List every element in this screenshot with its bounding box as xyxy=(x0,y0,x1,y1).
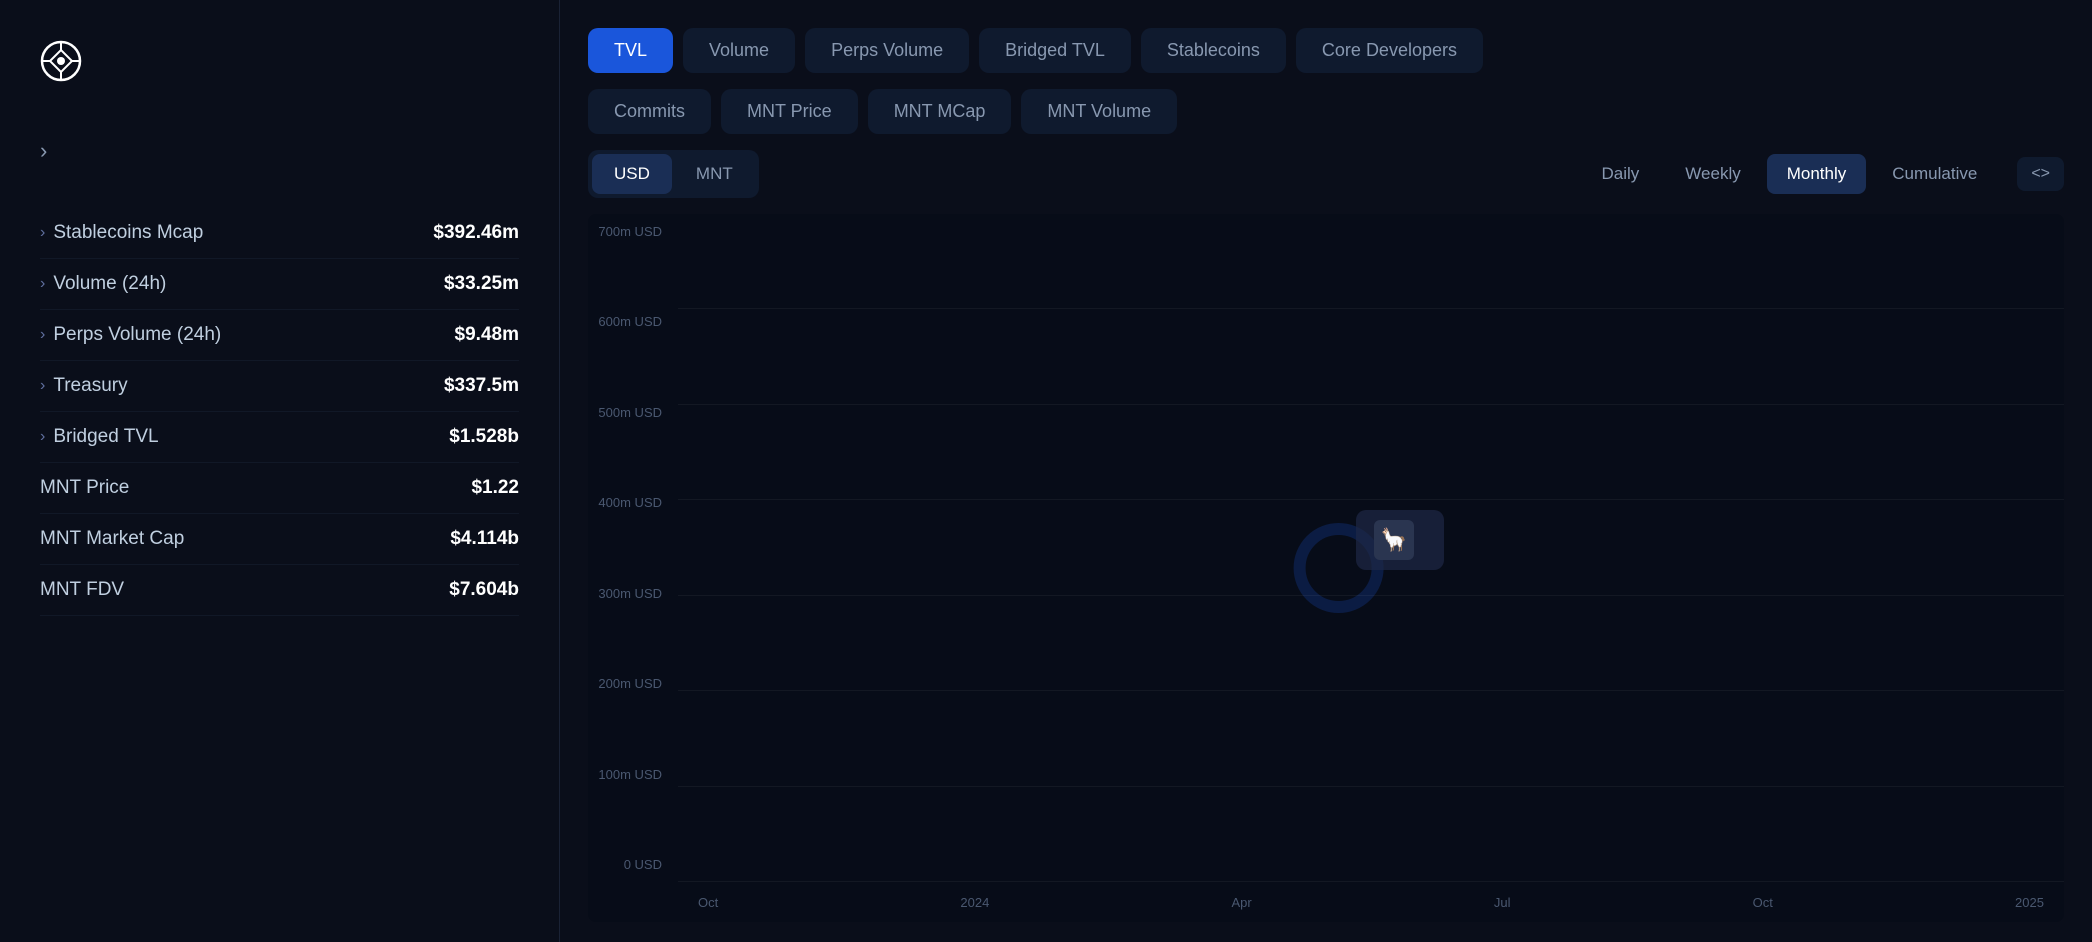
currency-mnt-button[interactable]: MNT xyxy=(674,154,755,194)
tab-commits[interactable]: Commits xyxy=(588,89,711,134)
tabs-row-2: CommitsMNT PriceMNT MCapMNT Volume xyxy=(588,89,2064,134)
y-axis-label: 100m USD xyxy=(596,767,670,782)
time-buttons: DailyWeeklyMonthlyCumulative xyxy=(1582,154,1998,194)
x-axis-label: Jul xyxy=(1494,895,1511,910)
metric-value: $33.25m xyxy=(444,273,519,295)
metric-value: $9.48m xyxy=(455,324,519,346)
time-cumulative-button[interactable]: Cumulative xyxy=(1872,154,1997,194)
x-axis: Oct 2024 Apr Jul Oct 2025 xyxy=(678,882,2064,922)
left-panel: › › Stablecoins Mcap $392.46m › Volume (… xyxy=(0,0,560,942)
metric-label: › Volume (24h) xyxy=(40,273,166,295)
metric-chevron-icon: › xyxy=(40,224,45,242)
metric-row[interactable]: › Stablecoins Mcap $392.46m xyxy=(40,208,519,259)
metric-value: $1.22 xyxy=(471,477,519,499)
time-weekly-button[interactable]: Weekly xyxy=(1665,154,1760,194)
chart-svg xyxy=(678,214,2064,907)
x-axis-label: Oct xyxy=(698,895,718,910)
metric-chevron-icon: › xyxy=(40,326,45,344)
metric-label: › Treasury xyxy=(40,375,128,397)
y-axis-label: 300m USD xyxy=(596,586,670,601)
embed-button[interactable]: <> xyxy=(2017,157,2064,191)
tab-volume[interactable]: Volume xyxy=(683,28,795,73)
metric-value: $392.46m xyxy=(433,222,519,244)
metric-value: $337.5m xyxy=(444,375,519,397)
tab-mnt-price[interactable]: MNT Price xyxy=(721,89,858,134)
metric-label: MNT FDV xyxy=(40,579,124,601)
metric-row: MNT Market Cap $4.114b xyxy=(40,514,519,565)
metric-label: › Stablecoins Mcap xyxy=(40,222,203,244)
tab-tvl[interactable]: TVL xyxy=(588,28,673,73)
metric-row[interactable]: › Treasury $337.5m xyxy=(40,361,519,412)
metric-label: MNT Market Cap xyxy=(40,528,184,550)
y-axis-label: 200m USD xyxy=(596,676,670,691)
tab-mnt-mcap[interactable]: MNT MCap xyxy=(868,89,1012,134)
x-axis-label: 2025 xyxy=(2015,895,2044,910)
y-axis-label: 700m USD xyxy=(596,224,670,239)
logo-row xyxy=(40,40,519,82)
mantle-logo-icon xyxy=(40,40,82,82)
y-axis: 0 USD 100m USD 200m USD 300m USD 400m USD 500… xyxy=(588,214,678,882)
tvl-value-row: › xyxy=(40,138,519,164)
controls-row: USDMNT DailyWeeklyMonthlyCumulative <> xyxy=(588,150,2064,198)
metric-label: › Bridged TVL xyxy=(40,426,159,448)
metric-chevron-icon: › xyxy=(40,275,45,293)
metric-row[interactable]: › Volume (24h) $33.25m xyxy=(40,259,519,310)
metric-chevron-icon: › xyxy=(40,377,45,395)
tvl-chevron-icon: › xyxy=(40,138,47,164)
metric-row[interactable]: › Bridged TVL $1.528b xyxy=(40,412,519,463)
y-axis-label: 600m USD xyxy=(596,314,670,329)
metric-label: › Perps Volume (24h) xyxy=(40,324,221,346)
time-monthly-button[interactable]: Monthly xyxy=(1767,154,1867,194)
tab-stablecoins[interactable]: Stablecoins xyxy=(1141,28,1286,73)
metric-label: MNT Price xyxy=(40,477,129,499)
y-axis-label: 500m USD xyxy=(596,405,670,420)
y-axis-label: 400m USD xyxy=(596,495,670,510)
metric-row[interactable]: › Perps Volume (24h) $9.48m xyxy=(40,310,519,361)
right-panel: TVLVolumePerps VolumeBridged TVLStableco… xyxy=(560,0,2092,942)
x-axis-label: Apr xyxy=(1231,895,1251,910)
metric-row: MNT FDV $7.604b xyxy=(40,565,519,616)
metric-chevron-icon: › xyxy=(40,428,45,446)
tabs-row-1: TVLVolumePerps VolumeBridged TVLStableco… xyxy=(588,28,2064,73)
chart-area: 🦙 0 USD100m USD200m USD300m USD400m USD5… xyxy=(588,214,2064,922)
x-axis-label: Oct xyxy=(1753,895,1773,910)
metric-value: $1.528b xyxy=(449,426,519,448)
tab-mnt-volume[interactable]: MNT Volume xyxy=(1021,89,1177,134)
metric-row: MNT Price $1.22 xyxy=(40,463,519,514)
tab-core-developers[interactable]: Core Developers xyxy=(1296,28,1483,73)
time-daily-button[interactable]: Daily xyxy=(1582,154,1660,194)
x-axis-label: 2024 xyxy=(960,895,989,910)
y-axis-label: 0 USD xyxy=(596,857,670,872)
metrics-list: › Stablecoins Mcap $392.46m › Volume (24… xyxy=(40,208,519,616)
currency-usd-button[interactable]: USD xyxy=(592,154,672,194)
metric-value: $4.114b xyxy=(450,528,519,550)
metric-value: $7.604b xyxy=(449,579,519,601)
currency-toggle: USDMNT xyxy=(588,150,759,198)
tab-perps-volume[interactable]: Perps Volume xyxy=(805,28,969,73)
tab-bridged-tvl[interactable]: Bridged TVL xyxy=(979,28,1131,73)
